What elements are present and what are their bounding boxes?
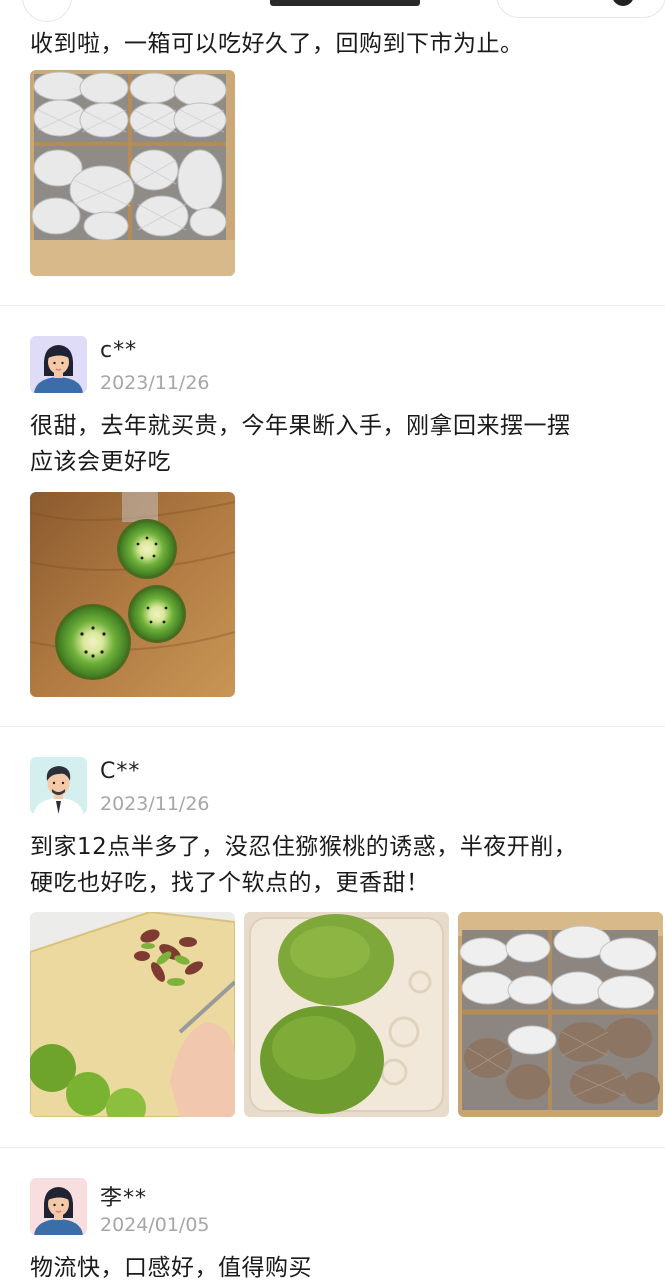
male-avatar-icon: [30, 757, 87, 814]
female-avatar-icon: [30, 336, 87, 393]
review-photo[interactable]: [30, 492, 235, 697]
divider: [0, 726, 665, 727]
page-title: [270, 0, 420, 6]
review-date: 2024/01/05: [100, 1214, 210, 1236]
divider: [0, 1147, 665, 1148]
review-text-line: 到家12点半多了，没忍住猕猴桃的诱惑，半夜开削，: [30, 834, 578, 860]
menu-capsule[interactable]: [496, 0, 665, 18]
review-text-line: 硬吃也好吃，找了个软点的，更香甜！: [30, 870, 430, 896]
user-name: 李**: [100, 1186, 148, 1211]
back-button[interactable]: [22, 0, 72, 22]
female-avatar-icon: [30, 1178, 87, 1235]
avatar[interactable]: [30, 336, 87, 393]
review-text: 很甜，去年就买贵，今年果断入手，刚拿回来摆一摆 应该会更好吃: [30, 408, 650, 480]
review-date: 2023/11/26: [100, 793, 210, 815]
review-text-line: 应该会更好吃: [30, 449, 171, 475]
review-text-line: 很甜，去年就买贵，今年果断入手，刚拿回来摆一摆: [30, 413, 571, 439]
avatar[interactable]: [30, 757, 87, 814]
review-photo[interactable]: [30, 70, 235, 276]
user-name: C**: [100, 759, 141, 784]
review-photo[interactable]: [244, 912, 449, 1117]
review-text: 物流快，口感好，值得购买: [30, 1255, 312, 1281]
review-date: 2023/11/26: [100, 372, 210, 394]
review-photo[interactable]: [30, 912, 235, 1117]
top-bar: [0, 0, 665, 22]
review-text: 收到啦，一箱可以吃好久了，回购到下市为止。: [30, 31, 524, 57]
review-text: 到家12点半多了，没忍住猕猴桃的诱惑，半夜开削， 硬吃也好吃，找了个软点的，更香…: [30, 829, 650, 901]
review-photo[interactable]: [458, 912, 663, 1117]
divider: [0, 305, 665, 306]
user-name: c**: [100, 338, 138, 363]
avatar[interactable]: [30, 1178, 87, 1235]
